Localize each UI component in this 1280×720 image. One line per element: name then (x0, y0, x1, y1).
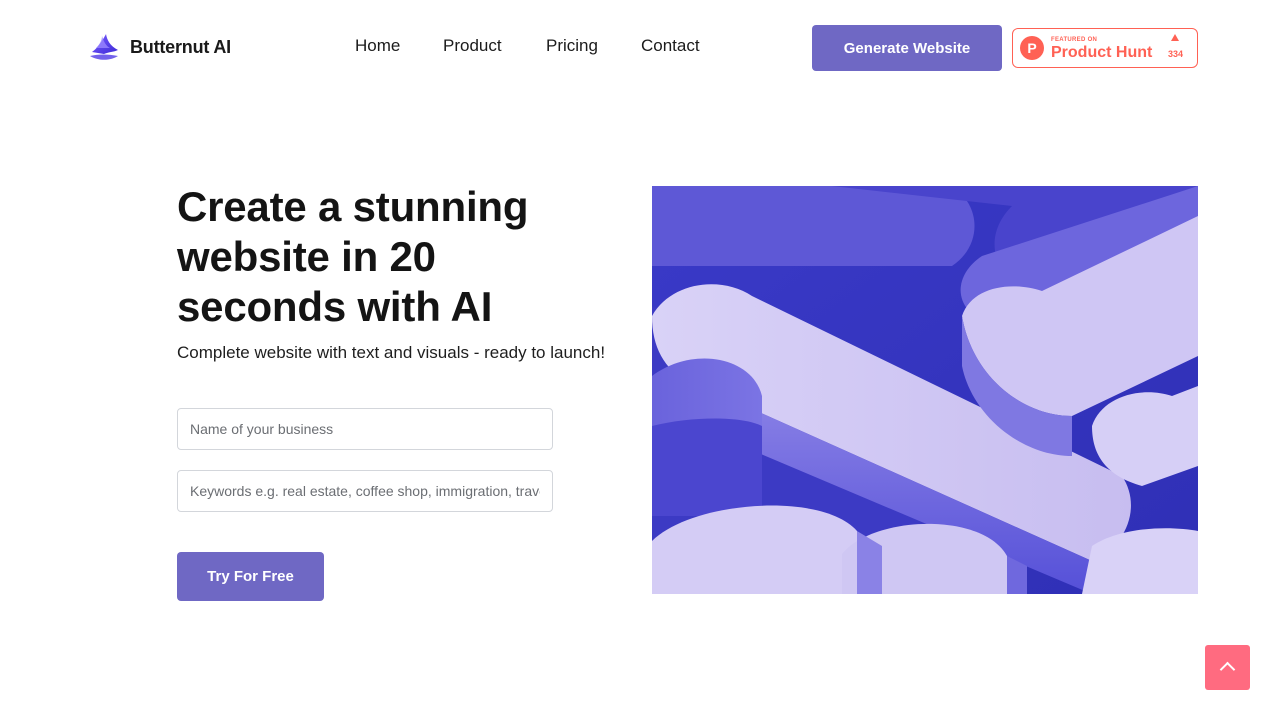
nav-link-product[interactable]: Product (443, 36, 502, 56)
abstract-3d-shapes-image (652, 186, 1198, 594)
scroll-to-top-button[interactable] (1205, 645, 1250, 690)
nav-link-contact[interactable]: Contact (641, 36, 700, 56)
hero-subtitle: Complete website with text and visuals -… (177, 343, 606, 362)
product-hunt-vote-count: 334 (1168, 49, 1184, 59)
upvote-arrow-icon (1171, 34, 1179, 41)
keywords-input[interactable] (177, 470, 553, 512)
product-hunt-badge[interactable]: P FEATURED ON Product Hunt 334 (1012, 28, 1198, 68)
nav-link-pricing[interactable]: Pricing (546, 36, 598, 56)
hero-illustration (652, 186, 1198, 594)
chevron-up-icon (1219, 661, 1236, 678)
nav-link-home[interactable]: Home (355, 36, 400, 56)
generate-website-button[interactable]: Generate Website (812, 25, 1002, 71)
try-for-free-button[interactable]: Try For Free (177, 552, 324, 601)
product-hunt-icon: P (1020, 36, 1044, 60)
product-hunt-featured-label: FEATURED ON (1051, 37, 1098, 43)
hero-title: Create a stunning website in 20 seconds … (177, 183, 529, 330)
business-name-input[interactable] (177, 408, 553, 450)
product-hunt-name: Product Hunt (1051, 44, 1153, 61)
